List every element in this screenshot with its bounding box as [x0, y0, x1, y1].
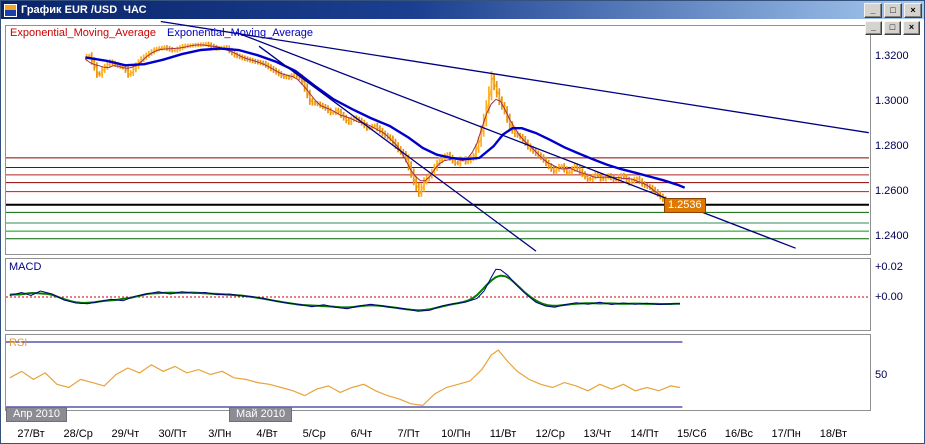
- price-axis-label: 1.3000: [875, 95, 909, 107]
- time-axis-label: 30/Пт: [151, 428, 195, 440]
- time-axis-label: 27/Вт: [9, 428, 53, 440]
- macd-panel[interactable]: [6, 259, 871, 331]
- macd-signal-line: [10, 276, 680, 311]
- time-axis-label: 10/Пн: [434, 428, 478, 440]
- macd-axis-label: +0.00: [875, 291, 903, 303]
- ema-slow-line[interactable]: [85, 49, 684, 188]
- rsi-panel-label[interactable]: RSI: [9, 337, 27, 349]
- month-badge-april: Апр 2010: [6, 407, 67, 422]
- time-axis-label: 5/Ср: [292, 428, 336, 440]
- rsi-line: [10, 350, 680, 405]
- child-restore-button[interactable]: □: [884, 21, 901, 35]
- rsi-plot[interactable]: [6, 342, 682, 407]
- titlebar[interactable]: График EUR /USD ЧАС _ □ ×: [1, 1, 924, 19]
- price-plot[interactable]: [6, 22, 869, 252]
- macd-axis-label: +0.02: [875, 261, 903, 273]
- main-price-panel[interactable]: [6, 26, 871, 255]
- time-axis-label: 29/Чт: [103, 428, 147, 440]
- time-axis-label: 6/Чт: [339, 428, 383, 440]
- child-window-controls: _ □ ×: [863, 21, 920, 35]
- chart-window: График EUR /USD ЧАС _ □ × _ □ × Exponent…: [0, 0, 925, 444]
- macd-plot[interactable]: [6, 269, 869, 311]
- current-price-tag: 1.2536: [664, 198, 706, 213]
- time-axis-label: 4/Вт: [245, 428, 289, 440]
- child-minimize-button[interactable]: _: [865, 21, 882, 35]
- close-line: [85, 44, 677, 206]
- child-close-button[interactable]: ×: [903, 21, 920, 35]
- time-axis-label: 3/Пн: [198, 428, 242, 440]
- price-axis-label: 1.2400: [875, 230, 909, 242]
- macd-line: [10, 269, 680, 311]
- time-axis-label: 14/Пт: [623, 428, 667, 440]
- ema-label-blue[interactable]: Exponential_Moving_Average: [167, 27, 313, 39]
- price-axis-label: 1.3200: [875, 50, 909, 62]
- time-axis-label: 7/Пт: [387, 428, 431, 440]
- price-axis-label: 1.2800: [875, 140, 909, 152]
- chart-canvas[interactable]: [1, 1, 925, 444]
- time-axis-label: 13/Чт: [575, 428, 619, 440]
- app-icon: [4, 4, 17, 17]
- time-axis-label: 16/Вс: [717, 428, 761, 440]
- macd-panel-label[interactable]: MACD: [9, 261, 41, 273]
- minimize-button[interactable]: _: [864, 3, 882, 18]
- time-axis-label: 18/Вт: [811, 428, 855, 440]
- price-axis-label: 1.2600: [875, 185, 909, 197]
- rsi-panel[interactable]: [6, 335, 871, 411]
- indicator-labels: Exponential_Moving_Average Exponential_M…: [10, 27, 313, 39]
- time-axis-label: 15/Сб: [670, 428, 714, 440]
- time-axis-label: 17/Пн: [764, 428, 808, 440]
- ema-label-red[interactable]: Exponential_Moving_Average: [10, 27, 156, 39]
- window-controls: _ □ ×: [862, 3, 922, 18]
- time-axis-label: 11/Вт: [481, 428, 525, 440]
- time-axis-label: 28/Ср: [56, 428, 100, 440]
- window-title: График EUR /USD ЧАС: [21, 4, 147, 16]
- rsi-axis-label: 50: [875, 369, 887, 381]
- month-badge-may: Май 2010: [229, 407, 292, 422]
- time-axis-label: 12/Ср: [528, 428, 572, 440]
- maximize-button[interactable]: □: [884, 3, 902, 18]
- trend-line[interactable]: [236, 32, 796, 248]
- close-button[interactable]: ×: [904, 3, 922, 18]
